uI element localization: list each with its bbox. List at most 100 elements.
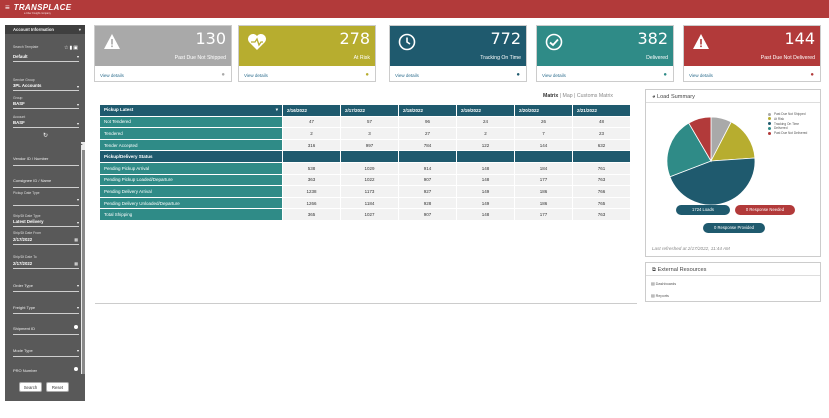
view-details-link[interactable]: View details: [689, 73, 713, 78]
loads-pill[interactable]: 1724 Loads: [676, 205, 730, 215]
table-cell[interactable]: 23: [572, 127, 631, 140]
table-cell[interactable]: 144: [514, 138, 573, 152]
arrow-circle-icon[interactable]: ●: [221, 72, 225, 78]
logo[interactable]: TRANSPLACE: [14, 3, 72, 12]
consignee-id-input[interactable]: Consignee ID / Name: [13, 178, 51, 183]
search-button[interactable]: Search: [19, 382, 42, 392]
response-needed-pill[interactable]: 0 Response Needed: [735, 205, 795, 215]
table-cell[interactable]: 632: [572, 138, 631, 152]
view-details-link[interactable]: View details: [244, 73, 268, 78]
resource-reports[interactable]: ▤ Reports: [651, 293, 669, 298]
kpi-card-at-risk[interactable]: 278 At Risk View details ●: [238, 25, 376, 82]
pickup-date-type-select[interactable]: Pickup Date Type: [13, 191, 40, 195]
table-cell[interactable]: 149: [456, 196, 515, 210]
table-cell[interactable]: 48: [572, 115, 631, 129]
scroll-up-icon[interactable]: ▴: [81, 142, 83, 146]
table-cell[interactable]: 148: [456, 161, 515, 175]
table-cell[interactable]: 766: [572, 185, 631, 198]
sidebar-scrollbar[interactable]: ▴ ▾: [81, 142, 85, 397]
table-cell[interactable]: 2: [282, 127, 341, 140]
arrow-circle-icon[interactable]: ●: [663, 72, 667, 78]
table-cell[interactable]: 914: [398, 161, 457, 175]
table-cell[interactable]: 1238: [282, 185, 341, 198]
tab-map[interactable]: Map: [563, 93, 573, 99]
calendar-icon[interactable]: ▦: [74, 261, 78, 266]
kpi-card-past-due-not-delivered[interactable]: 144 Past Due Not Delivered View details …: [683, 25, 821, 82]
table-cell[interactable]: 784: [398, 138, 457, 152]
table-cell[interactable]: 57: [340, 115, 399, 129]
freight-type-select[interactable]: Freight Type: [13, 305, 35, 310]
account-information-header[interactable]: Account Information ▾: [5, 25, 85, 34]
date-type-select[interactable]: Pickup Latest ▾: [99, 104, 283, 117]
arrow-circle-icon[interactable]: ●: [810, 72, 814, 78]
mode-type-select[interactable]: Mode Type: [13, 348, 33, 353]
table-cell[interactable]: 148: [456, 173, 515, 187]
column-header[interactable]: 2/18/2022: [398, 104, 457, 117]
table-cell[interactable]: 1029: [340, 161, 399, 175]
table-cell[interactable]: 47: [282, 115, 341, 129]
kpi-card-tracking-on-time[interactable]: 772 Tracking On Time View details ●: [389, 25, 527, 82]
table-cell[interactable]: 149: [456, 185, 515, 198]
table-cell[interactable]: 186: [514, 196, 573, 210]
table-cell[interactable]: 1184: [340, 196, 399, 210]
group-select[interactable]: BASF: [13, 101, 25, 106]
table-cell[interactable]: 928: [398, 196, 457, 210]
account-select[interactable]: BASF: [13, 120, 25, 125]
table-cell[interactable]: 122: [456, 138, 515, 152]
service-group-select[interactable]: 3PL Accounts: [13, 83, 41, 88]
info-icon[interactable]: [74, 367, 78, 371]
table-cell[interactable]: 27: [398, 127, 457, 140]
search-template-select[interactable]: Default: [13, 54, 28, 59]
resource-dashboards[interactable]: ▤ Dashboards: [651, 281, 676, 286]
table-cell[interactable]: 177: [514, 208, 573, 221]
shipment-id-input[interactable]: Shipment ID: [13, 326, 35, 331]
refresh-icon[interactable]: ↻: [43, 132, 48, 139]
pro-number-input[interactable]: PRO Number: [13, 368, 37, 373]
table-cell[interactable]: 2: [456, 127, 515, 140]
table-cell[interactable]: 177: [514, 173, 573, 187]
table-cell[interactable]: 363: [282, 173, 341, 187]
info-icon[interactable]: [74, 325, 78, 329]
response-provided-pill[interactable]: 0 Response Provided: [703, 223, 765, 233]
ship-date-type-select[interactable]: Latest Delivery: [13, 219, 44, 224]
table-cell[interactable]: 316: [282, 138, 341, 152]
table-cell[interactable]: 184: [514, 161, 573, 175]
calendar-icon[interactable]: ▦: [74, 237, 78, 242]
table-cell[interactable]: 907: [398, 208, 457, 221]
table-cell[interactable]: 1266: [282, 196, 341, 210]
table-cell[interactable]: 763: [572, 208, 631, 221]
table-cell[interactable]: 7: [514, 127, 573, 140]
view-details-link[interactable]: View details: [542, 73, 566, 78]
order-type-select[interactable]: Order Type: [13, 283, 33, 288]
table-cell[interactable]: 148: [456, 208, 515, 221]
reset-button[interactable]: Reset: [46, 382, 69, 392]
kpi-card-past-due-not-shipped[interactable]: 130 Past Due Not Shipped View details ●: [94, 25, 232, 82]
table-cell[interactable]: 1022: [340, 173, 399, 187]
hamburger-icon[interactable]: ≡: [5, 3, 10, 12]
tab-customs-matrix[interactable]: Customs Matrix: [577, 93, 613, 99]
column-header[interactable]: 2/16/2022: [282, 104, 341, 117]
arrow-circle-icon[interactable]: ●: [365, 72, 369, 78]
save-icon[interactable]: ▣: [73, 45, 79, 51]
view-details-link[interactable]: View details: [100, 73, 124, 78]
kpi-card-delivered[interactable]: 382 Delivered View details ●: [536, 25, 674, 82]
ship-date-from-input[interactable]: 2/17/2022: [13, 237, 32, 242]
load-summary-pie[interactable]: [656, 106, 766, 216]
table-cell[interactable]: 365: [282, 208, 341, 221]
table-cell[interactable]: 26: [514, 115, 573, 129]
column-header[interactable]: 2/21/2022: [572, 104, 631, 117]
table-cell[interactable]: 907: [398, 173, 457, 187]
ship-date-to-input[interactable]: 2/17/2022: [13, 261, 32, 266]
table-cell[interactable]: 763: [572, 173, 631, 187]
arrow-circle-icon[interactable]: ●: [516, 72, 520, 78]
table-cell[interactable]: 765: [572, 196, 631, 210]
column-header[interactable]: 2/17/2022: [340, 104, 399, 117]
table-cell[interactable]: 3: [340, 127, 399, 140]
table-cell[interactable]: 538: [282, 161, 341, 175]
table-cell[interactable]: 997: [340, 138, 399, 152]
vendor-id-input[interactable]: Vendor ID / Number: [13, 156, 48, 161]
table-cell[interactable]: 927: [398, 185, 457, 198]
table-cell[interactable]: 96: [398, 115, 457, 129]
view-details-link[interactable]: View details: [395, 73, 419, 78]
table-cell[interactable]: 761: [572, 161, 631, 175]
